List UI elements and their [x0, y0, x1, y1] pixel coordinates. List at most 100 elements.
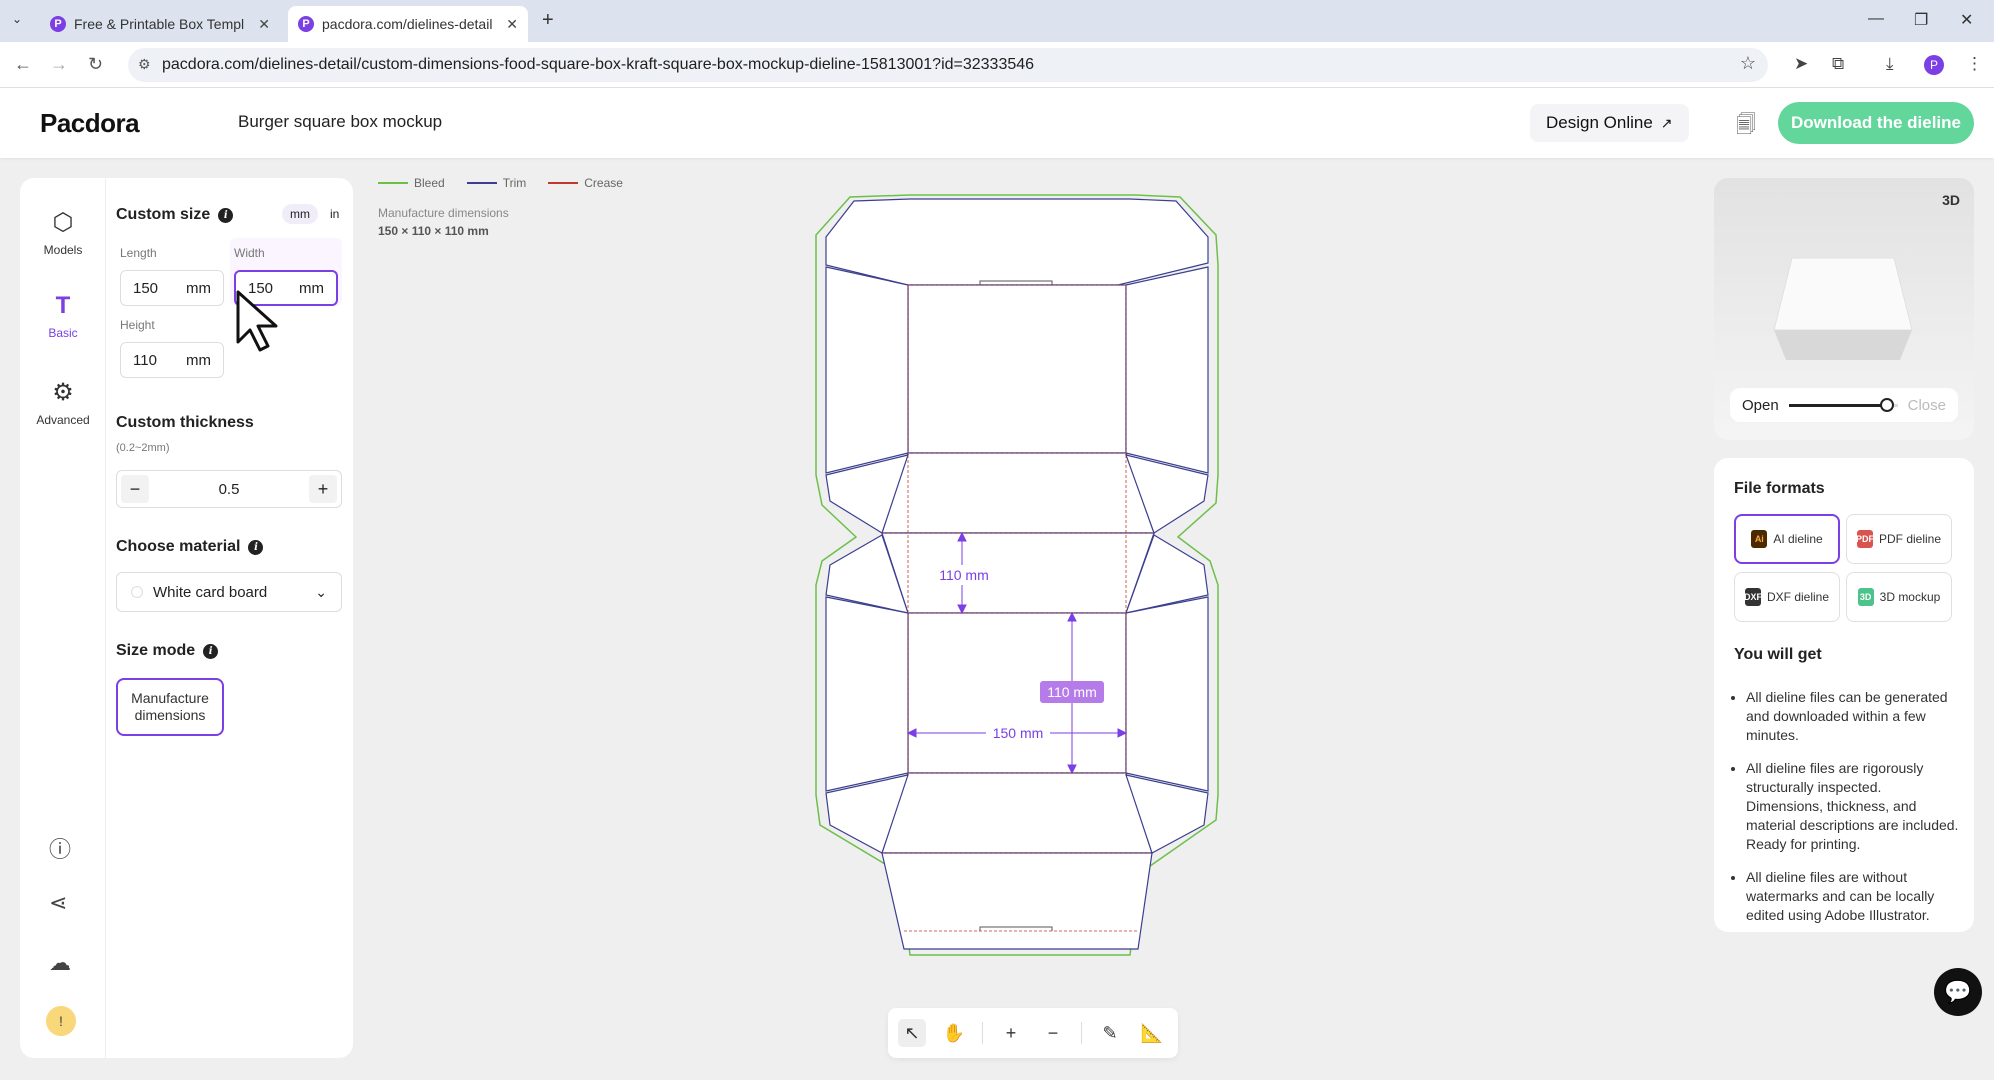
mouse-cursor-icon	[236, 290, 278, 352]
reload-icon[interactable]: ↻	[88, 54, 103, 75]
dxf-file-icon: DXF	[1744, 588, 1762, 606]
info-icon[interactable]: i	[248, 539, 264, 555]
hand-pan-icon[interactable]: ✋	[940, 1019, 968, 1047]
slider-knob[interactable]	[1879, 397, 1894, 412]
icon-rail: ⬡ Models T Basic ⚙ Advanced ⓘ ⋖ ☁ !	[20, 178, 106, 1058]
tab-label: Free & Printable Box Templat	[74, 16, 244, 32]
extensions-puzzle-icon[interactable]: ⧉	[1832, 54, 1844, 74]
manufacture-dimensions-info: Manufacture dimensions 150 × 110 × 110 m…	[378, 204, 509, 240]
front-panel	[881, 772, 1153, 854]
height-input[interactable]: 110 mm	[120, 342, 224, 378]
rail-item-advanced[interactable]: ⚙ Advanced	[20, 378, 106, 427]
manufacture-dimensions-button[interactable]: Manufacture dimensions	[116, 678, 224, 736]
back-panel	[881, 452, 1155, 534]
material-value: White card board	[153, 583, 268, 601]
zoom-out-icon[interactable]: −	[1039, 1019, 1067, 1047]
tab-close-icon[interactable]: ✕	[506, 16, 518, 33]
cart-icon[interactable]: 🗐	[1736, 110, 1756, 144]
downloads-icon[interactable]: ⤓	[1886, 54, 1894, 74]
info-icon[interactable]: i	[203, 643, 219, 659]
3d-preview[interactable]: 3D Open Close	[1714, 178, 1974, 440]
slider-open-label: Open	[1742, 396, 1779, 414]
section-label: Custom size	[116, 206, 211, 223]
length-input[interactable]: 150 mm	[120, 270, 224, 306]
unit-mm-option[interactable]: mm	[282, 204, 318, 224]
list-item: All dieline files are without watermarks…	[1746, 868, 1960, 925]
height-label: Height	[120, 318, 155, 332]
share-icon[interactable]: ⋖	[49, 890, 67, 916]
ruler-icon[interactable]: 📐	[1138, 1019, 1166, 1047]
left-panel: ⬡ Models T Basic ⚙ Advanced ⓘ ⋖ ☁ ! Cust…	[20, 178, 353, 1058]
bookmark-star-icon[interactable]: ☆	[1740, 53, 1756, 74]
rail-item-label: Advanced	[36, 413, 90, 427]
profile-avatar-icon[interactable]: P	[1924, 55, 1944, 75]
tab-close-icon[interactable]: ✕	[258, 16, 270, 33]
cloud-icon[interactable]: ☁	[49, 950, 71, 976]
sliders-icon: ⚙	[52, 379, 74, 406]
address-bar[interactable]: ⚙ paсdora.com/dielines-detail/custom-dim…	[128, 48, 1768, 82]
restore-icon[interactable]: ❐	[1914, 10, 1928, 30]
edit-pencil-icon[interactable]: ✎	[1096, 1019, 1124, 1047]
back-arrow-icon[interactable]: ←	[14, 54, 32, 75]
open-close-slider[interactable]: Open Close	[1730, 388, 1958, 422]
material-select[interactable]: White card board ⌄	[116, 572, 342, 612]
pdf-file-icon: PDF	[1856, 530, 1874, 548]
ai-dieline-option[interactable]: Ai AI dieline	[1734, 514, 1840, 564]
slider-fill	[1788, 403, 1887, 407]
tab-list-chevron-icon[interactable]: ⌄	[12, 12, 22, 26]
left-flap-top	[825, 266, 909, 474]
tab-box-templates[interactable]: P Free & Printable Box Templat ✕	[40, 6, 280, 42]
dim-panel-height: 110 mm	[1047, 684, 1097, 700]
decrease-button[interactable]: −	[121, 475, 149, 503]
dieline-canvas[interactable]: 110 mm 110 mm 150 mm	[790, 185, 1250, 975]
thickness-value[interactable]: 0.5	[219, 481, 240, 498]
external-link-icon: ↗	[1660, 114, 1673, 131]
cube-icon: ⬡	[52, 209, 74, 236]
url-text: paсdora.com/dielines-detail/custom-dimen…	[162, 56, 1035, 73]
top-lid-panel	[825, 198, 1209, 286]
legend-trim: Trim	[466, 176, 526, 190]
unit-in-option[interactable]: in	[322, 204, 347, 224]
pacdora-logo[interactable]: Pacdora	[40, 108, 140, 139]
forward-arrow-icon[interactable]: →	[50, 54, 68, 75]
pdf-dieline-option[interactable]: PDF PDF dieline	[1846, 514, 1952, 564]
chevron-down-icon: ⌄	[315, 583, 327, 600]
download-dieline-button[interactable]: Download the dieline	[1778, 102, 1974, 144]
alert-circle-icon[interactable]: ⓘ	[49, 832, 71, 864]
manufacture-label: Manufacture dimensions	[378, 206, 509, 220]
rail-item-models[interactable]: ⬡ Models	[20, 208, 106, 257]
3d-toggle-icon[interactable]: 3D	[1942, 192, 1960, 208]
slider-track[interactable]	[1788, 397, 1898, 412]
dxf-dieline-option[interactable]: DXF DXF dieline	[1734, 572, 1840, 622]
avatar[interactable]: !	[46, 1006, 76, 1036]
chat-bubble-icon[interactable]: 💬	[1934, 968, 1982, 1016]
height-value: 110	[133, 351, 157, 369]
minimize-icon[interactable]: —	[1868, 10, 1884, 28]
length-value: 150	[133, 279, 159, 297]
site-info-icon[interactable]: ⚙	[138, 56, 151, 73]
rail-item-basic[interactable]: T Basic	[20, 292, 106, 340]
3d-mockup-option[interactable]: 3D 3D mockup	[1846, 572, 1952, 622]
info-icon[interactable]: i	[218, 207, 234, 223]
section-label: Custom thickness	[116, 414, 254, 431]
zoom-in-icon[interactable]: +	[997, 1019, 1025, 1047]
increase-button[interactable]: +	[308, 475, 337, 503]
size-mode-title: Size mode i	[116, 642, 219, 660]
select-pointer-icon[interactable]: ↖	[898, 1019, 926, 1047]
legend-label: Bleed	[414, 176, 445, 190]
new-tab-plus-icon[interactable]: +	[542, 9, 554, 32]
send-cursor-icon[interactable]: ➤	[1794, 54, 1808, 74]
thickness-stepper: − 0.5 +	[116, 470, 342, 508]
choose-material-title: Choose material i	[116, 538, 264, 556]
section-label: Choose material	[116, 538, 241, 555]
list-item: All dieline files can be generated and d…	[1746, 688, 1960, 745]
format-label: DXF dieline	[1766, 590, 1830, 604]
window-close-icon[interactable]: ✕	[1960, 10, 1973, 30]
design-online-button[interactable]: Design Online ↗	[1530, 104, 1689, 142]
toolbar-divider	[1081, 1022, 1082, 1044]
browser-menu-kebab-icon[interactable]: ⋮	[1966, 54, 1983, 74]
bottom-tab	[881, 852, 1153, 950]
tab-dielines-detail[interactable]: P pacdora.com/dielines-detail/ ✕	[288, 6, 528, 42]
dim-panel-width: 150 mm	[993, 725, 1044, 741]
format-label: 3D mockup	[1879, 590, 1941, 604]
